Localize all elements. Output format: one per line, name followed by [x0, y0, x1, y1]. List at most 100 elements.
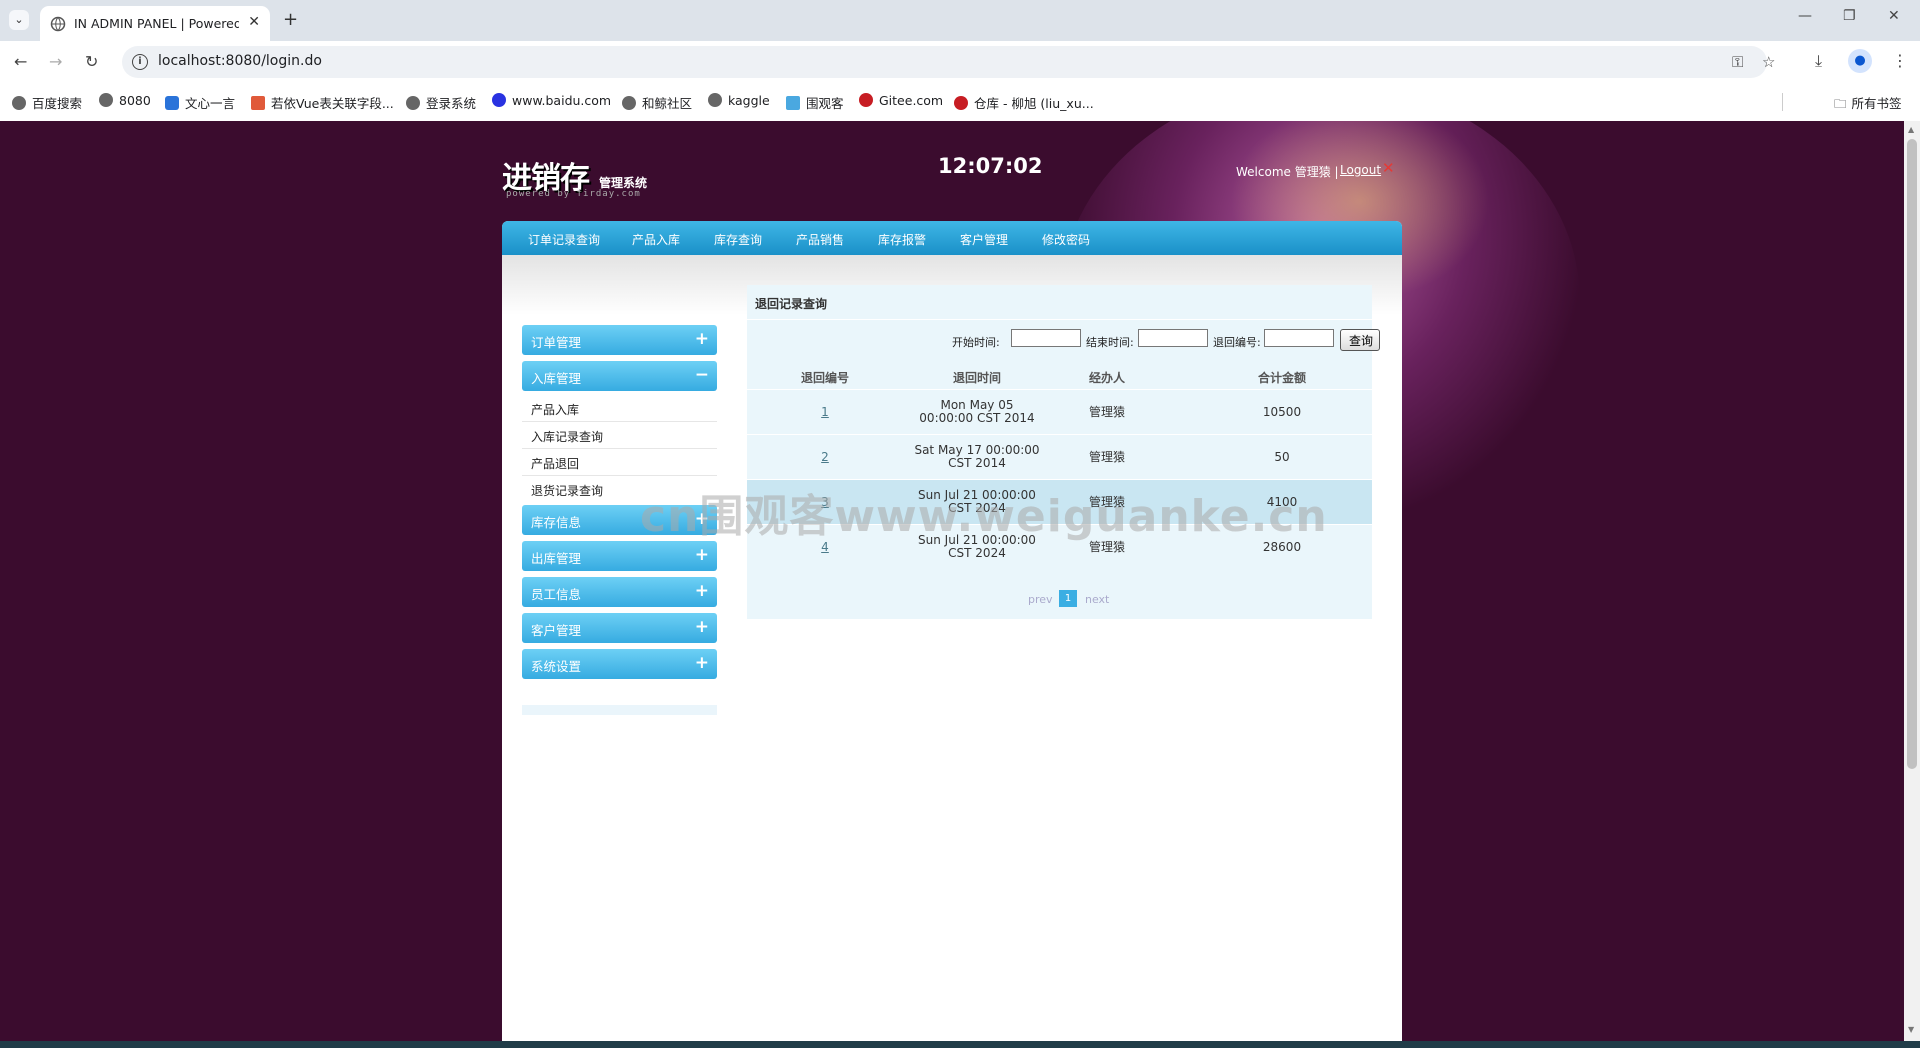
wenxin-icon	[165, 96, 179, 110]
sidebar-footer	[522, 705, 717, 715]
main-container: 订单记录查询 产品入库 库存查询 产品销售 库存报警 客户管理 修改密码 订单管…	[502, 221, 1402, 1041]
forward-arrow-icon[interactable]: →	[49, 52, 62, 71]
nav-product-stockin[interactable]: 产品入库	[632, 231, 680, 248]
return-time-cell: Sat May 17 00:00:00 CST 2014	[907, 444, 1047, 470]
minimize-icon[interactable]: —	[1798, 8, 1812, 24]
url-text[interactable]: localhost:8080/login.do	[158, 53, 322, 69]
nav-stock-query[interactable]: 库存查询	[714, 231, 762, 248]
key-icon[interactable]: ⚿	[1732, 53, 1743, 71]
app-page: 进销存 管理系统 powered by firday.com 12:07:02 …	[0, 121, 1904, 1041]
panel-divider	[747, 319, 1372, 320]
nav-product-sales[interactable]: 产品销售	[796, 231, 844, 248]
folder-icon: 🗀	[1834, 96, 1847, 111]
profile-icon[interactable]: ●	[1848, 49, 1872, 73]
bookmarks-bar: 百度搜索 8080 文心一言 若依Vue表关联字段... 登录系统 www.ba…	[0, 83, 1920, 122]
return-id-link[interactable]: 1	[815, 406, 835, 419]
back-arrow-icon[interactable]: ←	[14, 52, 27, 71]
expand-plus-icon: +	[694, 617, 709, 637]
scroll-up-icon[interactable]: ▲	[1908, 125, 1914, 134]
sidebar-section-stockin[interactable]: 入库管理 −	[522, 361, 717, 391]
bookmark-item[interactable]: 若依Vue表关联字段...	[251, 93, 394, 112]
page-scrollbar[interactable]: ▲ ▼	[1904, 121, 1920, 1041]
total-cell: 50	[1274, 450, 1290, 464]
nav-order-records[interactable]: 订单记录查询	[528, 231, 600, 248]
table-row: 1 Mon May 05 00:00:00 CST 2014 管理猿 10500	[747, 389, 1372, 434]
sidebar-section-customers[interactable]: 客户管理 +	[522, 613, 717, 643]
baidu-paw-icon	[492, 93, 506, 107]
pager-next[interactable]: next	[1085, 593, 1109, 606]
bookmark-item[interactable]: Gitee.com	[859, 93, 943, 108]
sidebar-section-label: 库存信息	[531, 515, 582, 530]
sidebar-item-stockin-records[interactable]: 入库记录查询	[522, 422, 717, 449]
gitee-icon	[859, 93, 873, 107]
star-icon[interactable]: ☆	[1762, 53, 1775, 71]
address-toolbar: ← → ↻ i localhost:8080/login.do ⚿ ☆ ⤓ ● …	[0, 41, 1920, 83]
all-bookmarks-button[interactable]: 🗀 所有书签	[1834, 93, 1902, 116]
nav-customer-management[interactable]: 客户管理	[960, 231, 1008, 248]
scroll-down-icon[interactable]: ▼	[1908, 1025, 1914, 1034]
reload-icon[interactable]: ↻	[85, 52, 98, 71]
return-time-line1: Sat May 17 00:00:00	[914, 443, 1040, 457]
more-icon[interactable]: ⋮	[1892, 51, 1908, 70]
browser-tab-strip: ⌄ IN ADMIN PANEL | Powered b ✕ + — ❐ ✕	[0, 0, 1920, 41]
address-bar[interactable]: i localhost:8080/login.do ⚿ ☆	[122, 46, 1775, 78]
tab-close-icon[interactable]: ✕	[248, 14, 260, 30]
scroll-thumb[interactable]	[1907, 139, 1917, 769]
bookmark-item[interactable]: 登录系统	[406, 93, 476, 112]
pager-prev[interactable]: prev	[1028, 593, 1053, 606]
start-time-input[interactable]	[1011, 329, 1081, 347]
tab-search-chevron-down-icon[interactable]: ⌄	[9, 10, 29, 30]
pager-current-page[interactable]: 1	[1059, 590, 1077, 607]
bookmark-item[interactable]: 文心一言	[165, 93, 235, 112]
handler-cell: 管理猿	[1088, 405, 1125, 419]
globe-icon	[99, 93, 113, 107]
restore-icon[interactable]: ❐	[1843, 8, 1856, 24]
bookmark-item[interactable]: 仓库 - 柳旭 (liu_xu...	[954, 93, 1094, 112]
window-close-icon[interactable]: ✕	[1888, 8, 1900, 24]
sidebar-item-label: 产品退回	[531, 457, 580, 471]
header-clock: 12:07:02	[938, 154, 1043, 178]
new-tab-plus-icon[interactable]: +	[283, 9, 298, 30]
logout-link[interactable]: Logout	[1340, 163, 1381, 177]
bookmark-item[interactable]: www.baidu.com	[492, 93, 611, 108]
return-time-line2: CST 2024	[948, 546, 1006, 560]
bookmark-item[interactable]: 百度搜索	[12, 93, 82, 112]
download-icon[interactable]: ⤓	[1815, 51, 1822, 71]
bookmark-item[interactable]: kaggle	[708, 93, 770, 108]
end-time-label: 结束时间:	[1086, 336, 1134, 349]
sidebar-section-settings[interactable]: 系统设置 +	[522, 649, 717, 679]
return-id-label: 退回编号:	[1213, 336, 1261, 349]
sidebar-section-employees[interactable]: 员工信息 +	[522, 577, 717, 607]
bookmark-item[interactable]: 围观客	[786, 93, 844, 112]
bookmark-item[interactable]: 和鲸社区	[622, 93, 692, 112]
sidebar-item-product-stockin[interactable]: 产品入库	[522, 395, 717, 422]
browser-tab[interactable]: IN ADMIN PANEL | Powered b ✕	[40, 6, 270, 41]
info-icon[interactable]: i	[132, 54, 148, 70]
handler-cell: 管理猿	[1088, 450, 1125, 464]
start-time-label: 开始时间:	[952, 336, 1000, 349]
sidebar-section-label: 系统设置	[531, 659, 582, 674]
total-cell: 10500	[1262, 405, 1302, 419]
globe-icon	[406, 96, 420, 110]
search-button[interactable]: 查询	[1340, 329, 1380, 351]
jian-icon	[251, 96, 265, 110]
logout-close-icon[interactable]: ✕	[1382, 159, 1395, 177]
return-time-line1: Mon May 05	[940, 398, 1014, 412]
column-header-handler: 经办人	[1088, 371, 1125, 385]
sidebar-item-product-return[interactable]: 产品退回	[522, 449, 717, 476]
return-id-input[interactable]	[1264, 329, 1334, 347]
bookmark-item[interactable]: 8080	[99, 93, 151, 108]
return-id-link[interactable]: 2	[815, 451, 835, 464]
nav-change-password[interactable]: 修改密码	[1042, 231, 1090, 248]
taskbar-strip	[0, 1041, 1920, 1048]
return-time-line2: CST 2014	[948, 456, 1006, 470]
expand-plus-icon: +	[694, 653, 709, 673]
sidebar-section-stockout[interactable]: 出库管理 +	[522, 541, 717, 571]
end-time-input[interactable]	[1138, 329, 1208, 347]
sidebar-section-orders[interactable]: 订单管理 +	[522, 325, 717, 355]
sidebar-section-label: 员工信息	[531, 587, 582, 602]
return-time-cell: Mon May 05 00:00:00 CST 2014	[907, 399, 1047, 425]
globe-icon	[708, 93, 722, 107]
nav-stock-alert[interactable]: 库存报警	[878, 231, 926, 248]
sidebar-section-label: 入库管理	[531, 371, 582, 386]
